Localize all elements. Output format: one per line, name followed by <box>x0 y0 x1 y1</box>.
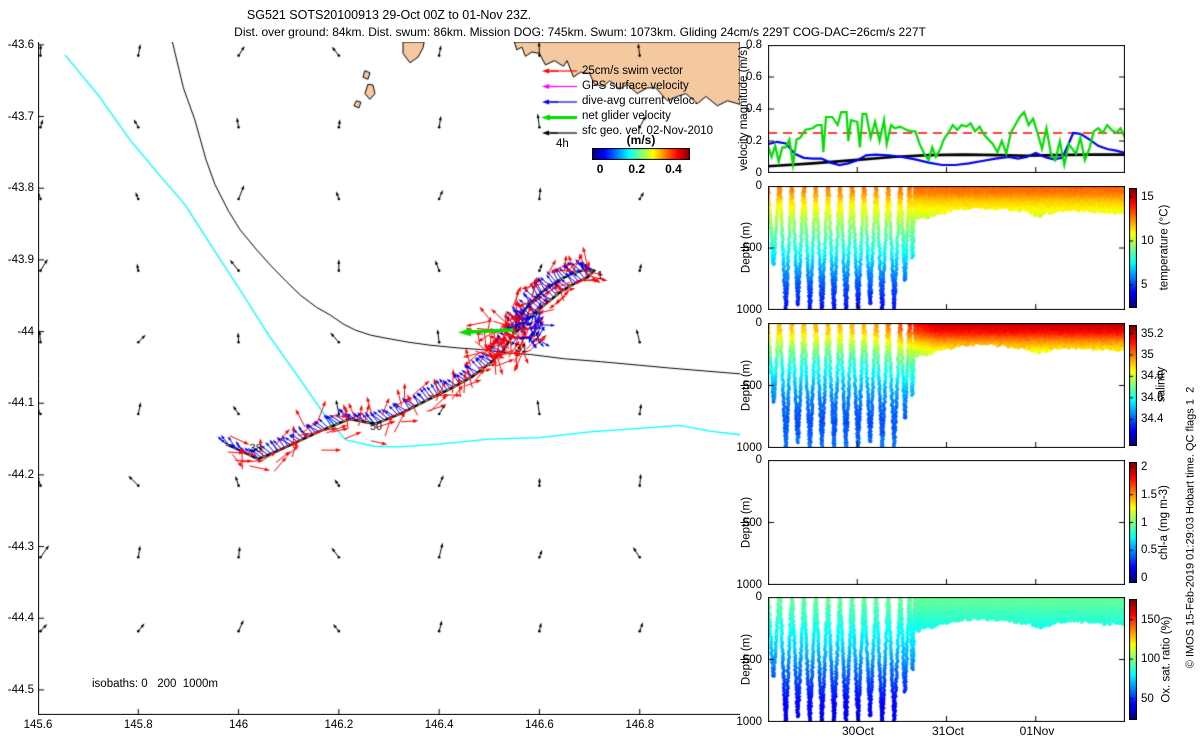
salinity-colorbar-label: salinity <box>1155 366 1168 403</box>
oxygen-colorbar-tick: 50 <box>1141 692 1154 705</box>
page-title: SG521 SOTS20100913 29-Oct 00Z to 01-Nov … <box>246 8 532 22</box>
legend-label-dive-avg-current: dive-avg current veloc. <box>582 95 698 107</box>
chla-colorbar-label: chl-a (mg m-3) <box>1158 485 1170 560</box>
velocity-panel <box>768 45 1125 173</box>
oxygen-colorbar-tick: 100 <box>1141 653 1161 666</box>
chla-colorbar-tick: 1 <box>1141 516 1148 529</box>
map-y-tick: -44.5 <box>7 683 34 696</box>
velocity-y-tick: 0 <box>755 167 762 179</box>
depth-y-tick: 0 <box>755 317 762 329</box>
map-y-tick: -43.6 <box>7 38 34 51</box>
oxygen-colorbar <box>1129 599 1137 720</box>
salinity-colorbar <box>1129 325 1137 446</box>
map-x-tick: 145.8 <box>123 719 153 731</box>
chla-colorbar-tick: 0 <box>1141 572 1148 584</box>
map-x-tick: 146 <box>228 719 249 731</box>
salinity-colorbar-tick: 34.4 <box>1141 413 1164 426</box>
legend-colorbar <box>592 148 690 160</box>
salinity-colorbar-tick: 35 <box>1141 348 1154 361</box>
temperature-colorbar-tick: 5 <box>1141 279 1148 292</box>
salinity-panel <box>768 323 1125 448</box>
oxygen-panel <box>768 597 1125 722</box>
temperature-colorbar <box>1129 188 1137 308</box>
salinity-colorbar-tick: 35.2 <box>1141 327 1164 340</box>
legend-colorbar-tick: 0.4 <box>665 162 682 176</box>
xtick-01nov: 01Nov <box>1019 724 1055 738</box>
map-x-tick: 146.4 <box>424 719 454 731</box>
velocity-y-tick: 0.4 <box>746 103 762 115</box>
oxygen-colorbar-tick: 150 <box>1141 613 1161 626</box>
salinity-colorbar-tick: 34.8 <box>1141 370 1164 383</box>
chla-colorbar-tick: 1.5 <box>1141 488 1157 501</box>
map-y-tick: -44 <box>17 325 34 338</box>
oxygen-colorbar-label: Ox. sat. ratio (%) <box>1160 616 1173 703</box>
map-y-tick: -43.8 <box>7 182 34 195</box>
depth-y-tick: 0 <box>755 454 762 466</box>
figure-root: SG521 SOTS20100913 29-Oct 00Z to 01-Nov … <box>0 0 1200 750</box>
temperature-colorbar-tick: 10 <box>1141 234 1154 247</box>
xtick-31oct: 31Oct <box>931 724 964 738</box>
legend-label-gps-velocity: GPS surface velocity <box>582 80 689 92</box>
map-x-tick: 145.6 <box>23 719 53 731</box>
legend-scale-4h: 4h <box>556 138 569 150</box>
depth-y-tick: 500 <box>742 516 762 529</box>
map-x-tick: 146.8 <box>625 719 655 731</box>
imos-credit: © IMOS 15-Feb-2019 01:29:03 Hobart time.… <box>1184 386 1197 669</box>
legend-colorbar-title: (m/s) <box>626 133 656 147</box>
depth-y-tick: 1000 <box>736 304 762 316</box>
map-x-tick: 146.6 <box>525 719 554 731</box>
legend-colorbar-tick: 0.2 <box>628 162 646 176</box>
temperature-colorbar-label: temperature (°C) <box>1158 204 1171 291</box>
map-y-tick: -44.4 <box>7 612 34 625</box>
map-y-tick: -43.9 <box>7 253 34 266</box>
map-y-tick: -44.3 <box>7 540 34 553</box>
legend-label-swim-vector: 25cm/s swim vector <box>582 65 683 77</box>
map-y-tick: -43.7 <box>7 110 34 123</box>
isobaths-note: isobaths: 0 200 1000m <box>92 678 218 690</box>
xtick-30oct: 30Oct <box>841 724 874 738</box>
velocity-y-tick: 0.6 <box>746 71 762 83</box>
velocity-y-tick: 0.2 <box>746 135 762 147</box>
chla-colorbar <box>1129 462 1137 583</box>
depth-y-tick: 500 <box>742 653 762 666</box>
velocity-y-tick: 0.8 <box>746 39 762 51</box>
temperature-panel <box>768 186 1125 310</box>
legend-colorbar-tick: 0 <box>596 162 604 176</box>
temperature-colorbar-tick: 15 <box>1141 190 1154 203</box>
depth-y-tick: 500 <box>742 242 762 254</box>
page-subtitle: Dist. over ground: 84km. Dist. swum: 86k… <box>234 25 926 39</box>
legend-label-net-glider-velocity: net glider velocity <box>582 110 671 122</box>
chla-colorbar-tick: 2 <box>1141 460 1148 473</box>
map-y-tick: -44.2 <box>7 468 34 481</box>
depth-y-tick: 0 <box>755 591 762 603</box>
chla-colorbar-tick: 0.5 <box>1141 544 1157 557</box>
chla-panel <box>768 460 1125 585</box>
depth-y-tick: 0 <box>755 180 762 192</box>
map-y-tick: -44.1 <box>7 397 34 410</box>
salinity-colorbar-tick: 34.6 <box>1141 391 1164 404</box>
depth-y-tick: 500 <box>742 379 762 392</box>
depth-y-tick: 1000 <box>736 716 762 728</box>
map-x-tick: 146.2 <box>324 719 354 731</box>
